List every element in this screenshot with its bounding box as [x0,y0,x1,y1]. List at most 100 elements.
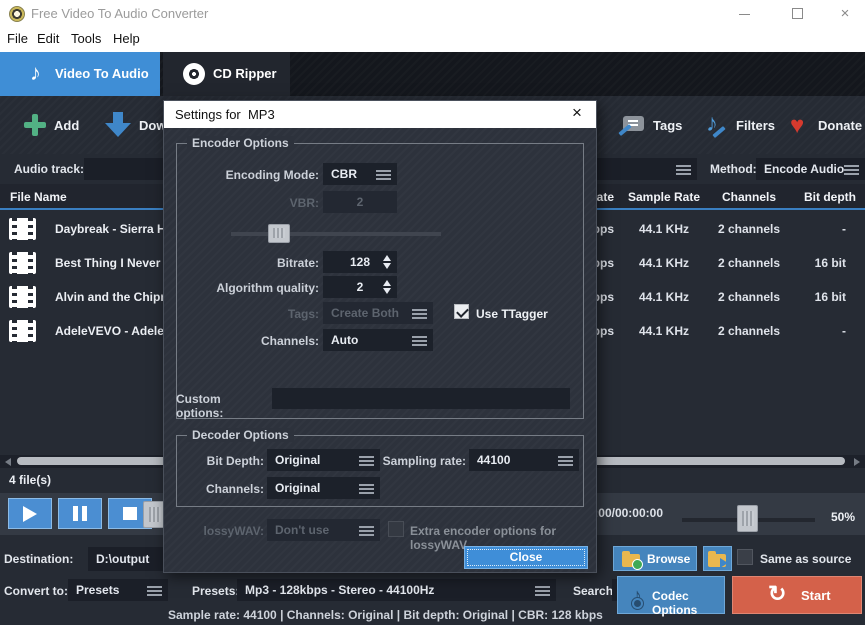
vbr-input: 2 [323,191,397,213]
tab-video-to-audio[interactable]: ♪ Video To Audio [0,52,160,96]
pause-button[interactable] [58,498,102,529]
method-select[interactable]: Encode Audio [756,158,865,180]
presets-label: Presets: [192,584,239,598]
start-button[interactable]: ↻ Start [732,576,862,614]
decoder-options-legend: Decoder Options [187,428,294,442]
film-icon [9,286,36,308]
lossywav-value: Don't use [275,523,329,537]
maximize-button[interactable] [781,0,815,28]
menu-edit[interactable]: Edit [37,31,59,46]
hamburger-icon [147,586,162,596]
method-label: Method: [710,162,757,176]
add-label: Add [54,118,79,133]
bit-depth-cell: - [780,222,846,236]
hamburger-icon [558,456,573,466]
bit-depth-label: Bit Depth: [179,454,264,468]
encoding-mode-select[interactable]: CBR [323,163,397,185]
convert-to-select[interactable]: Presets [68,579,168,601]
file-name: Best Thing I Never Ha [55,256,179,270]
algorithm-quality-spinner[interactable]: 2 [323,276,397,298]
add-button[interactable]: Add [24,96,99,154]
bitrate-spinner[interactable]: 128 [323,251,397,273]
custom-options-input[interactable] [272,388,570,409]
tabbar: ♪ Video To Audio CD Ripper [0,52,865,96]
sampling-rate-value: 44100 [477,453,510,467]
folder-open-icon [708,554,726,567]
cd-icon [183,63,205,85]
music-note-gear-icon: ♪ [632,585,642,608]
donate-label: Donate [818,118,862,133]
spinner-arrows[interactable] [382,254,392,270]
file-count: 4 file(s) [9,473,51,487]
custom-options-label: Custom options: [176,392,269,420]
volume-percent: 50% [831,510,855,524]
hamburger-icon [412,309,427,319]
volume-slider-handle[interactable] [737,505,758,532]
film-icon [9,320,36,342]
bit-depth-cell: 16 bit [780,256,846,270]
spin-up-icon[interactable] [383,255,391,261]
hamburger-icon [412,336,427,346]
vbr-label: VBR: [179,196,319,210]
presets-select[interactable]: Mp3 - 128kbps - Stereo - 44100Hz [237,579,556,601]
hamburger-icon [844,165,859,175]
dialog-close-button[interactable]: × [566,103,588,123]
scroll-left-icon[interactable] [5,458,11,466]
algorithm-quality-label: Algorithm quality: [179,281,319,295]
spinner-arrows[interactable] [382,279,392,295]
spin-down-icon[interactable] [383,263,391,269]
codec-options-label: Codec Options [652,589,724,617]
bitrate-slider-handle[interactable] [268,224,290,243]
tab-cd-ripper[interactable]: CD Ripper [163,52,290,96]
maximize-icon [792,8,803,19]
menu-file[interactable]: File [7,31,28,46]
codec-options-button[interactable]: ♪ Codec Options [617,576,725,614]
tags-select: Create Both [323,302,433,324]
hamburger-icon [535,586,550,596]
encoding-mode-label: Encoding Mode: [179,168,319,182]
search-label: Search: [573,584,617,598]
start-label: Start [801,588,831,603]
decoder-options-group: Decoder Options [176,435,584,507]
menu-help[interactable]: Help [113,31,140,46]
same-as-source-checkbox[interactable] [737,549,753,565]
spin-up-icon[interactable] [383,280,391,286]
film-icon [9,218,36,240]
app-icon [9,6,25,22]
tab-label: Video To Audio [55,66,149,81]
tab-label: CD Ripper [213,66,277,81]
decoder-channels-select[interactable]: Original [267,477,380,499]
use-ttagger-checkbox[interactable] [454,304,469,319]
settings-dialog: Settings for MP3 × Encoder Options Encod… [163,100,597,573]
open-output-folder-button[interactable] [703,546,732,571]
minimize-button[interactable] [728,0,762,28]
bitrate-label: Bitrate: [179,256,319,270]
filters-label: Filters [736,118,775,133]
pause-icon [73,506,78,521]
filters-button[interactable]: ♪ Filters [706,96,770,154]
dialog-close-action-button[interactable]: Close [464,546,588,569]
presets-value: Mp3 - 128kbps - Stereo - 44100Hz [245,583,434,597]
donate-button[interactable]: ♥ Donate [790,96,860,154]
window-close-button[interactable]: × [828,0,862,28]
sample-rate-cell: 44.1 KHz [616,324,712,338]
col-sample-rate[interactable]: Sample Rate [616,190,712,204]
vbr-value: 2 [357,195,364,209]
tags-button[interactable]: Tags [620,96,682,154]
spin-down-icon[interactable] [383,288,391,294]
destination-value: D:\output [96,552,149,566]
col-bit-depth[interactable]: Bit depth [780,190,856,204]
titlebar: Free Video To Audio Converter × [0,0,865,28]
encoding-mode-value: CBR [331,167,357,181]
channels-select[interactable]: Auto [323,329,433,351]
browse-button[interactable]: Browse [613,546,697,571]
sampling-rate-select[interactable]: 44100 [469,449,579,471]
hamburger-icon [359,484,374,494]
lossywav-extra-checkbox [388,521,404,537]
scroll-right-icon[interactable] [854,458,860,466]
col-file-name[interactable]: File Name [10,190,67,204]
menu-tools[interactable]: Tools [71,31,101,46]
bit-depth-select[interactable]: Original [267,449,380,471]
bitrate-slider-track[interactable] [231,232,441,236]
play-button[interactable] [8,498,52,529]
